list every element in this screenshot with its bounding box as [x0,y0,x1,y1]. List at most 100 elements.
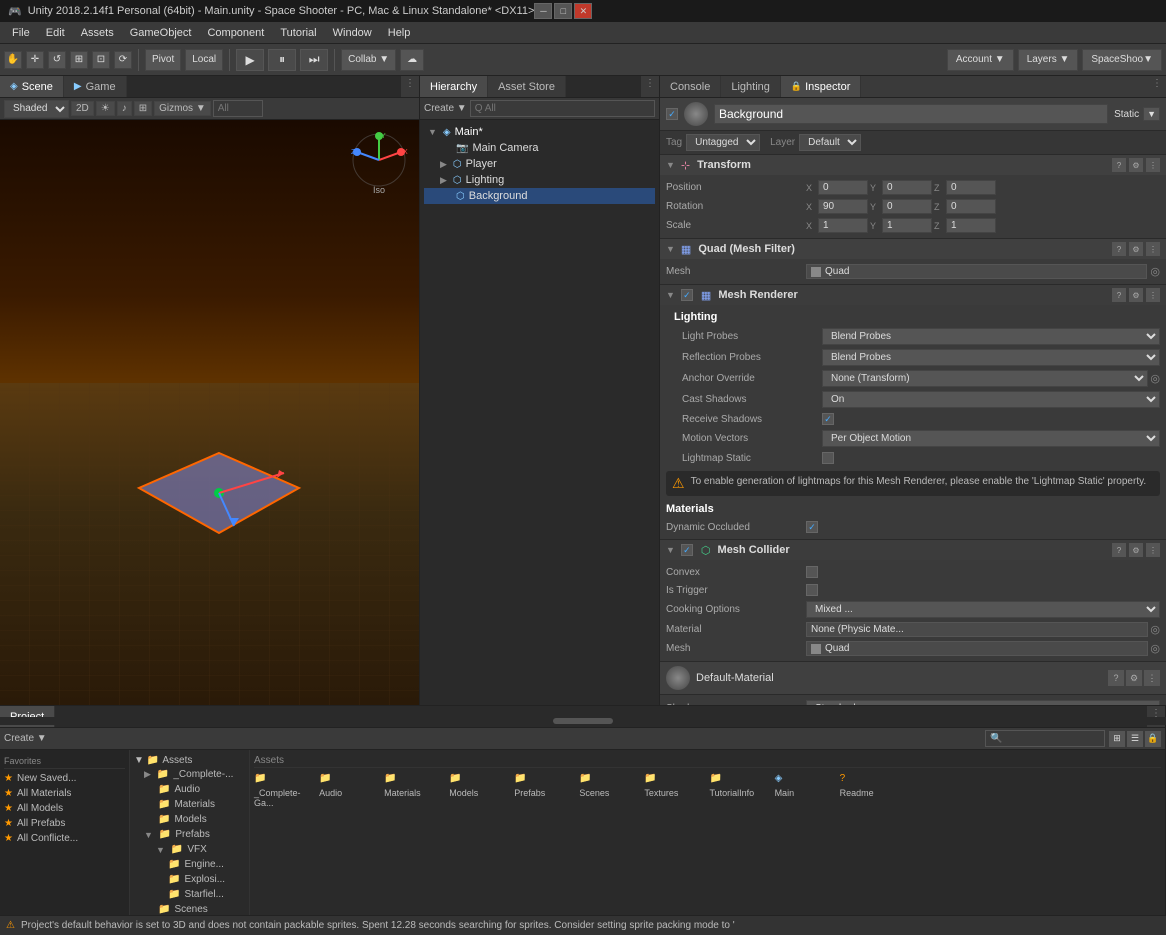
menu-window[interactable]: Window [325,25,380,41]
asset-scenes-r[interactable]: 📁 Scenes [579,771,640,810]
hierarchy-item-player[interactable]: ▶ ⬡ Player [424,156,655,172]
scale-tool[interactable]: ⊞ [70,51,88,69]
layout-button[interactable]: SpaceShoo▼ [1082,49,1162,71]
menu-tutorial[interactable]: Tutorial [272,25,324,41]
hierarchy-item-background[interactable]: ⬡ Background [424,188,655,204]
menu-help[interactable]: Help [380,25,419,41]
menu-edit[interactable]: Edit [38,25,73,41]
project-create[interactable]: Create ▼ [4,733,47,744]
fav-all-models[interactable]: ★ All Models [4,801,125,816]
mesh-collider-enable[interactable]: ✓ [681,544,693,556]
hand-tool[interactable]: ✋ [4,51,22,69]
lighting-button[interactable]: ☀ [96,101,115,116]
material-settings-btn[interactable]: ⚙ [1126,670,1142,686]
reflection-probes-dropdown[interactable]: Blend Probes [822,349,1160,366]
fav-all-conflicted[interactable]: ★ All Conflicte... [4,831,125,846]
transform-settings-icon[interactable]: ⚙ [1129,158,1143,172]
inspector-options[interactable]: ⋮ [1148,76,1166,97]
motion-vectors-dropdown[interactable]: Per Object Motion [822,430,1160,447]
effects-button[interactable]: ⊞ [134,101,152,116]
2d-button[interactable]: 2D [71,101,94,116]
meshfilter-settings-icon[interactable]: ⚙ [1129,242,1143,256]
hierarchy-item-lighting[interactable]: ▶ ⬡ Lighting [424,172,655,188]
transform-tool[interactable]: ⟳ [114,51,132,69]
fav-all-materials[interactable]: ★ All Materials [4,786,125,801]
meshrenderer-settings-icon[interactable]: ⚙ [1129,288,1143,302]
transform-header[interactable]: ▼ ⊹ Transform ? ⚙ ⋮ [660,155,1166,175]
receive-shadows-checkbox[interactable] [822,413,834,425]
tab-lighting[interactable]: Lighting [721,76,781,97]
lightmap-static-checkbox[interactable] [822,452,834,464]
asset-vfx[interactable]: ▼ 📁 VFX [156,842,245,857]
fav-new-saved[interactable]: ★ New Saved... [4,771,125,786]
asset-audio-r[interactable]: 📁 Audio [319,771,380,810]
mesh-collider-header[interactable]: ▼ ✓ ⬡ Mesh Collider ? ⚙ ⋮ [660,540,1166,560]
layers-button[interactable]: Layers ▼ [1018,49,1079,71]
close-button[interactable]: ✕ [574,3,592,19]
asset-complete-game[interactable]: 📁 _Complete-Ga... [254,771,315,810]
scene-search-input[interactable] [213,100,263,117]
tab-game[interactable]: ▶ Game [64,76,127,97]
tab-hierarchy[interactable]: Hierarchy [420,76,488,97]
fav-all-prefabs[interactable]: ★ All Prefabs [4,816,125,831]
menu-component[interactable]: Component [199,25,272,41]
asset-engine[interactable]: 📁 Engine... [168,857,245,872]
meshrenderer-ref-icon[interactable]: ? [1112,288,1126,302]
hierarchy-search[interactable] [470,100,655,117]
rot-z-input[interactable] [946,199,996,214]
tab-asset-store[interactable]: Asset Store [488,76,566,97]
tab-inspector[interactable]: 🔒 Inspector [781,76,861,97]
object-name-field[interactable] [714,104,1108,124]
collab-button[interactable]: Collab ▼ [341,49,396,71]
mesh-filter-header[interactable]: ▼ ▦ Quad (Mesh Filter) ? ⚙ ⋮ [660,239,1166,259]
material-ref-btn[interactable]: ? [1108,670,1124,686]
tag-dropdown[interactable]: Untagged [686,134,760,151]
asset-starfield[interactable]: 📁 Starfiel... [168,887,245,902]
convex-checkbox[interactable] [806,566,818,578]
asset-prefabs[interactable]: ▼ 📁 Prefabs [144,827,245,842]
collider-mesh-btn[interactable]: ◎ [1150,642,1160,655]
audio-button[interactable]: ♪ [117,101,132,116]
cloud-button[interactable]: ☁ [400,49,424,71]
static-dropdown[interactable]: ▼ [1143,107,1160,121]
scene-panel-options[interactable]: ⋮ [401,76,419,97]
minimize-button[interactable]: ─ [534,3,552,19]
asset-materials-r[interactable]: 📁 Materials [384,771,445,810]
mesh-circle-btn[interactable]: ◎ [1150,265,1160,278]
dynamic-occluded-checkbox[interactable] [806,521,818,533]
asset-materials[interactable]: 📁 Materials [144,797,245,812]
menu-gameobject[interactable]: GameObject [122,25,200,41]
step-button[interactable]: ⏭ [300,49,328,71]
rot-x-input[interactable] [818,199,868,214]
tab-console[interactable]: Console [660,76,721,97]
pause-button[interactable]: ⏸ [268,49,296,71]
pivot-button[interactable]: Pivot [145,49,181,71]
cooking-options-dropdown[interactable]: Mixed ... [806,601,1160,618]
meshcollider-menu-icon[interactable]: ⋮ [1146,543,1160,557]
create-dropdown[interactable]: Create ▼ [424,103,467,114]
asset-explosion[interactable]: 📁 Explosi... [168,872,245,887]
project-lock[interactable]: 🔒 [1145,731,1161,747]
scale-z-input[interactable] [946,218,996,233]
tab-scene[interactable]: ◈ Scene [0,76,64,97]
hierarchy-options[interactable]: ⋮ [641,76,659,97]
project-icon-view[interactable]: ⊞ [1109,731,1125,747]
project-search[interactable] [985,730,1105,747]
asset-complete[interactable]: ▶ 📁 _Complete-... [144,767,245,782]
rotate-tool[interactable]: ↺ [48,51,66,69]
asset-textures-r[interactable]: 📁 Textures [644,771,705,810]
scale-y-input[interactable] [882,218,932,233]
light-probes-dropdown[interactable]: Blend Probes [822,328,1160,345]
asset-models[interactable]: 📁 Models [144,812,245,827]
cast-shadows-dropdown[interactable]: On [822,391,1160,408]
is-trigger-checkbox[interactable] [806,584,818,596]
anchor-circle-btn[interactable]: ◎ [1150,372,1160,385]
asset-tutorial-r[interactable]: 📁 TutorialInfo [710,771,771,810]
asset-audio[interactable]: 📁 Audio [144,782,245,797]
assets-root[interactable]: ▼ 📁 Assets [134,754,245,767]
shaded-dropdown[interactable]: Shaded [4,100,69,118]
asset-prefabs-r[interactable]: 📁 Prefabs [514,771,575,810]
collider-material-btn[interactable]: ◎ [1150,623,1160,636]
gizmos-button[interactable]: Gizmos ▼ [154,101,211,116]
project-list-view[interactable]: ☰ [1127,731,1143,747]
